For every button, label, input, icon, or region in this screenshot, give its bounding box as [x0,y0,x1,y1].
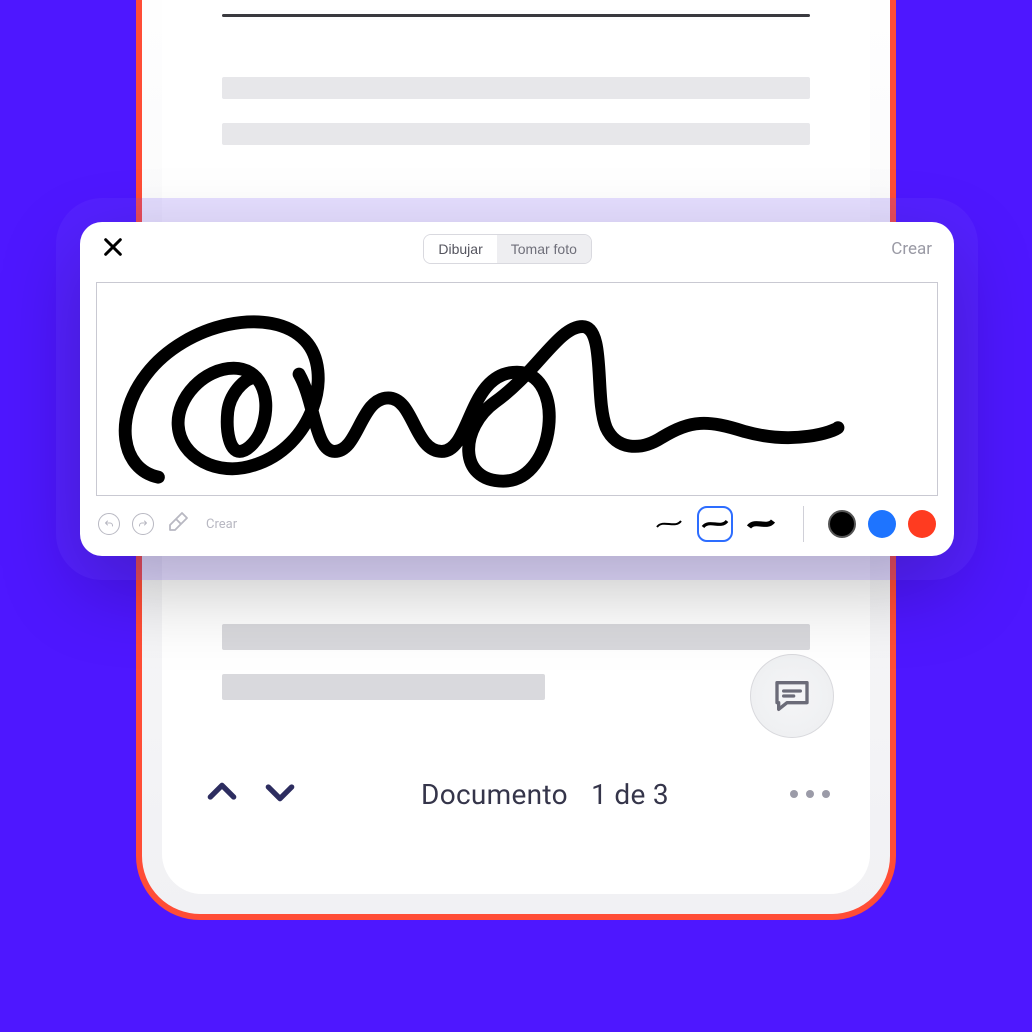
doc-divider [222,14,810,17]
stroke-color-picker [828,510,936,538]
signature-mode-segmented: Dibujar Tomar foto [423,234,592,264]
undo-button[interactable] [98,513,120,535]
chevron-down-icon [260,772,300,812]
document-label: Documento [421,778,568,811]
doc-placeholder-line [222,77,810,99]
divider [803,506,804,542]
document-nav-bar: Documento 1 de 3 [182,754,850,834]
thickness-medium[interactable] [697,506,733,542]
comment-button[interactable] [750,654,834,738]
document-position: Documento 1 de 3 [300,778,790,811]
create-button[interactable]: Crear [891,239,932,259]
prev-document-button[interactable] [202,772,242,816]
eraser-icon [166,510,190,534]
chat-icon [772,676,812,716]
document-count: 1 de 3 [591,778,669,811]
eraser-button[interactable] [166,510,190,538]
close-icon [102,236,124,258]
signature-panel: Dibujar Tomar foto Crear Crear [80,222,954,556]
thickness-thin[interactable] [651,506,687,542]
doc-placeholder-group [222,624,810,724]
doc-placeholder-line [222,123,810,145]
tab-take-photo[interactable]: Tomar foto [497,235,591,263]
color-red[interactable] [908,510,936,538]
tab-draw[interactable]: Dibujar [424,235,496,263]
redo-icon [137,518,149,530]
doc-placeholder-line [222,674,545,700]
thickness-thick[interactable] [743,506,779,542]
close-button[interactable] [102,236,124,262]
signature-stroke [97,283,937,495]
doc-placeholder-line [222,624,810,650]
undo-icon [103,518,115,530]
next-document-button[interactable] [260,772,300,816]
create-button-secondary[interactable]: Crear [206,517,237,532]
stroke-thickness-picker [651,506,779,542]
color-blue[interactable] [868,510,896,538]
color-black[interactable] [828,510,856,538]
signature-canvas[interactable] [96,282,938,496]
chevron-up-icon [202,772,242,812]
redo-button[interactable] [132,513,154,535]
more-options-button[interactable] [790,790,830,798]
